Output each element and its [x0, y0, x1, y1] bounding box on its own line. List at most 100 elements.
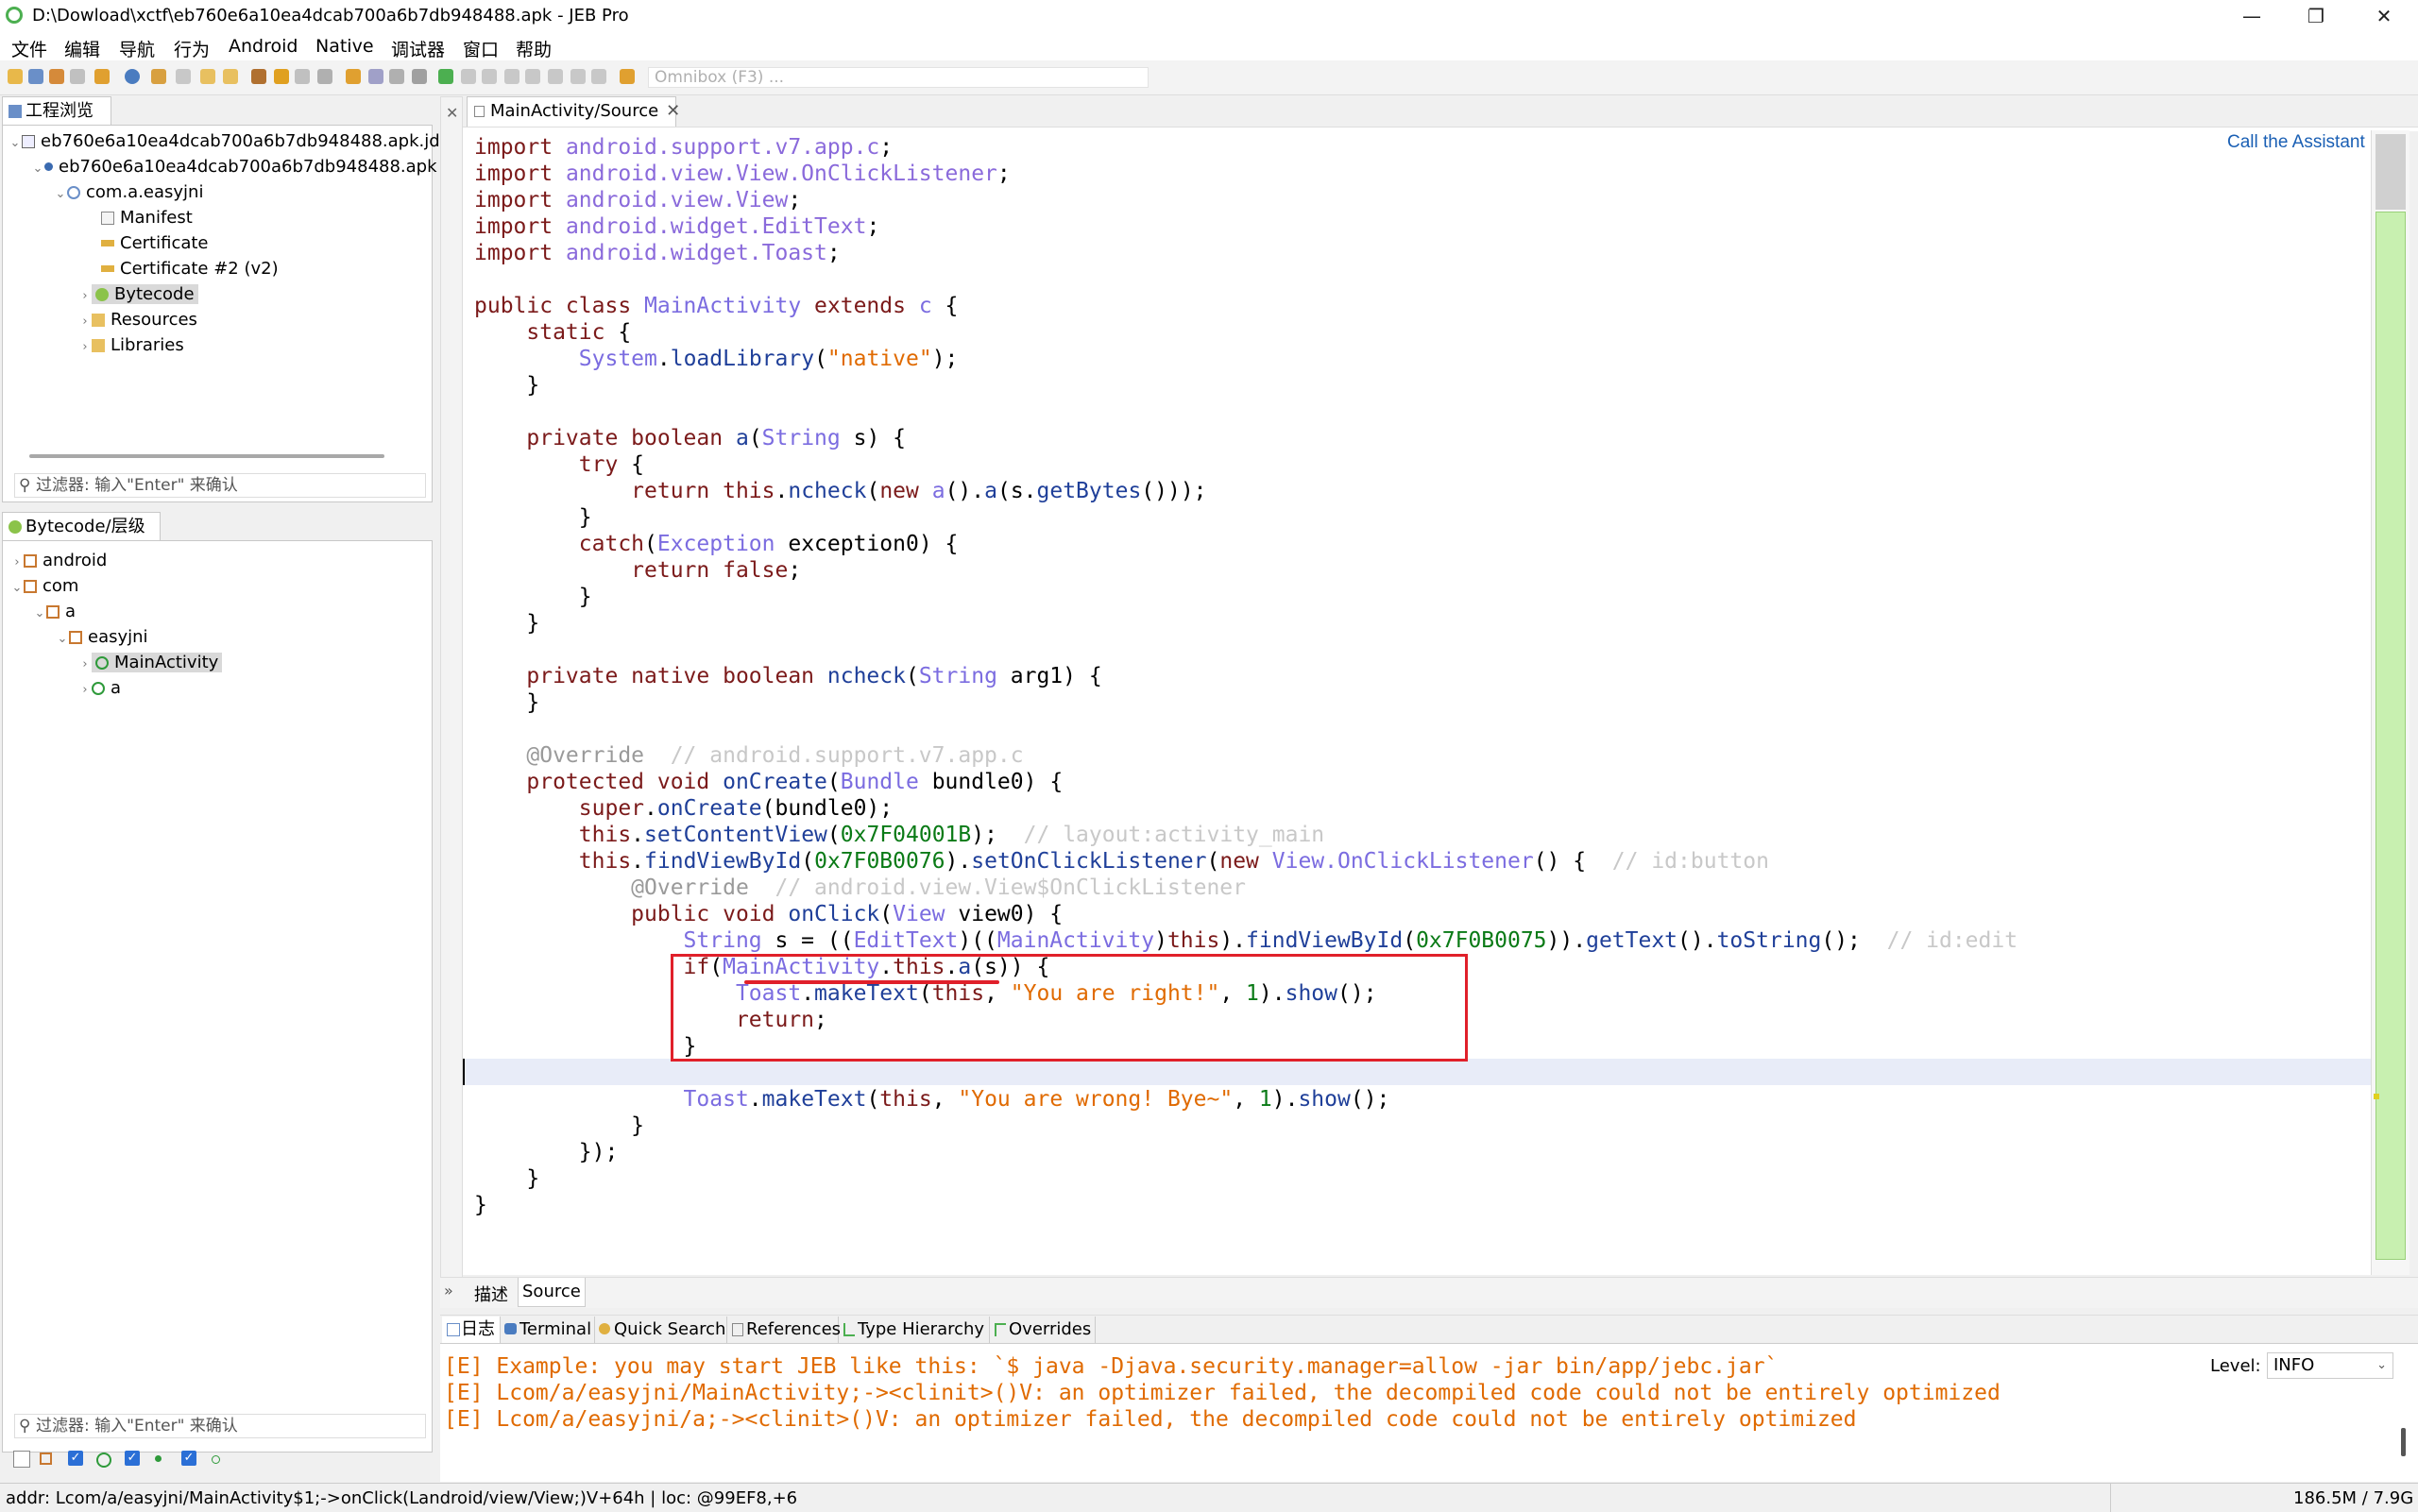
code-line: });	[474, 1140, 619, 1164]
graph-icon[interactable]	[346, 69, 361, 84]
omnibox-input[interactable]: Omnibox (F3) ...	[648, 67, 1149, 88]
filter-checkbox-checked[interactable]: ✓	[181, 1451, 196, 1466]
overview-ruler[interactable]	[2371, 130, 2409, 1275]
tab-source[interactable]: Source	[518, 1278, 586, 1307]
run-icon[interactable]	[461, 69, 476, 84]
minimize-editor-icon[interactable]: ✕	[446, 104, 458, 122]
code-line: }	[474, 1193, 487, 1217]
tree-item-com[interactable]: ⌄ com	[10, 574, 79, 599]
menu-navigate[interactable]: 导航	[119, 36, 155, 61]
tree-item-apk[interactable]: ⌄ eb760e6a10ea4dcab700a6b7db948488.apk	[31, 155, 437, 179]
maximize-button[interactable]: ❐	[2284, 0, 2348, 32]
menu-debugger[interactable]: 调试器	[391, 36, 445, 61]
tree-item-resources[interactable]: › Resources	[78, 308, 197, 332]
menu-help[interactable]: 帮助	[516, 36, 552, 61]
split-icon[interactable]	[389, 69, 404, 84]
minimize-button[interactable]: —	[2220, 0, 2284, 32]
code-editor[interactable]: Call the Assistant import android.suppor…	[463, 130, 2371, 1275]
tab-type-hierarchy[interactable]: Type Hierarchy	[839, 1317, 990, 1343]
cursor-marker	[2374, 1094, 2379, 1099]
explorer-filter-input[interactable]: ⚲ 过滤器: 输入"Enter" 来确认	[14, 473, 426, 498]
project-explorer-panel: ⌄ eb760e6a10ea4dcab700a6b7db948488.apk.jd…	[2, 125, 462, 502]
tab-bytecode-hierarchy[interactable]: Bytecode/层级✕	[2, 512, 161, 564]
filter-checkbox-checked[interactable]: ✓	[68, 1451, 83, 1466]
tree-item-easyjni[interactable]: ⌄ easyjni	[56, 625, 148, 650]
tree-item-libraries[interactable]: › Libraries	[78, 333, 183, 358]
package-icon	[24, 580, 37, 593]
run-to-line-icon[interactable]	[591, 69, 606, 84]
overrides-icon	[995, 1323, 1006, 1336]
apk-icon	[44, 162, 53, 171]
comment-icon[interactable]	[295, 69, 310, 84]
code-line: catch(Exception exception0) {	[474, 532, 959, 556]
tree-item-a-package[interactable]: ⌄ a	[33, 600, 76, 624]
tree-item-a-class[interactable]: › a	[78, 676, 121, 701]
forward-icon[interactable]	[223, 69, 238, 84]
horizontal-scrollbar[interactable]	[29, 454, 384, 458]
hierarchy-filter-input[interactable]: ⚲ 过滤器: 输入"Enter" 来确认	[14, 1414, 426, 1438]
filter-checkbox-checked[interactable]: ✓	[125, 1451, 140, 1466]
parse-icon[interactable]	[151, 69, 166, 84]
globe-icon[interactable]	[125, 69, 140, 84]
tab-description[interactable]: 描述	[474, 1282, 508, 1306]
more-tabs-icon[interactable]: »	[444, 1282, 453, 1300]
folder-icon	[92, 314, 105, 327]
tree-item-android[interactable]: › android	[10, 549, 107, 573]
tree-item-jdb2[interactable]: ⌄ eb760e6a10ea4dcab700a6b7db948488.apk.jd…	[9, 129, 462, 154]
field-filter-icon	[212, 1455, 220, 1464]
tab-quick-search[interactable]: Quick Search	[595, 1317, 727, 1343]
menu-edit[interactable]: 编辑	[64, 36, 100, 61]
close-tab-icon[interactable]: ✕	[666, 101, 680, 121]
call-assistant-link[interactable]: Call the Assistant	[2227, 132, 2365, 153]
tree-item-mainactivity[interactable]: › MainActivity	[78, 651, 223, 675]
step-into-icon[interactable]	[525, 69, 540, 84]
level-select[interactable]: INFO ⌄	[2267, 1352, 2393, 1379]
script-icon[interactable]	[620, 69, 635, 84]
hierarchy-icon[interactable]	[368, 69, 383, 84]
tab-mainactivity-source[interactable]: MainActivity/Source ✕	[467, 96, 680, 127]
highlight-box	[671, 954, 1468, 1062]
tree-item-certificate[interactable]: Certificate	[101, 231, 209, 256]
close-button[interactable]: ✕	[2352, 0, 2416, 32]
menu-bar: 文件 编辑 导航 行为 Android Native 调试器 窗口 帮助	[0, 32, 2418, 60]
properties-icon[interactable]	[49, 69, 64, 84]
menu-android[interactable]: Android	[229, 36, 298, 57]
code-line: private boolean a(String s) {	[474, 426, 907, 450]
tree-item-manifest[interactable]: Manifest	[101, 206, 193, 230]
layout-icon[interactable]	[412, 69, 427, 84]
tree-item-certificate-2[interactable]: Certificate #2 (v2)	[101, 257, 279, 281]
close-project-icon[interactable]	[70, 69, 85, 84]
pause-icon[interactable]	[482, 69, 497, 84]
android-icon	[95, 288, 109, 301]
tab-references[interactable]: References	[727, 1317, 841, 1343]
menu-file[interactable]: 文件	[11, 36, 47, 61]
console-scroll-thumb[interactable]	[2401, 1428, 2406, 1456]
window-title: D:\Dowload\xctf\eb760e6a10ea4dcab700a6b7…	[32, 6, 629, 25]
tab-terminal[interactable]: Terminal	[501, 1317, 595, 1343]
tab-project-explorer[interactable]: 工程浏览器	[2, 96, 111, 148]
stop-icon[interactable]	[504, 69, 519, 84]
menu-native[interactable]: Native	[315, 36, 374, 57]
tree-item-bytecode[interactable]: › Bytecode	[78, 282, 198, 307]
debug-icon[interactable]	[438, 69, 453, 84]
navigate-icon[interactable]	[176, 69, 191, 84]
console-scrollbar[interactable]	[2399, 1351, 2409, 1479]
step-out-icon[interactable]	[570, 69, 586, 84]
menu-window[interactable]: 窗口	[463, 36, 499, 61]
tab-log[interactable]: 日志	[442, 1317, 501, 1343]
overview-viewport[interactable]	[2375, 134, 2406, 210]
step-over-icon[interactable]	[548, 69, 563, 84]
xref-icon[interactable]	[317, 69, 332, 84]
save-icon[interactable]	[28, 69, 43, 84]
tree-item-package[interactable]: ⌄ com.a.easyjni	[54, 180, 204, 205]
back-icon[interactable]	[200, 69, 215, 84]
decompile-icon[interactable]	[251, 69, 266, 84]
filter-checkbox-unchecked[interactable]	[13, 1451, 30, 1468]
rename-icon[interactable]	[274, 69, 289, 84]
code-line: import android.view.View;	[474, 188, 802, 212]
notification-icon[interactable]	[94, 69, 110, 84]
menu-action[interactable]: 行为	[174, 36, 210, 61]
open-icon[interactable]	[8, 69, 23, 84]
tab-overrides[interactable]: Overrides	[990, 1317, 1096, 1343]
code-line: String s = ((EditText)((MainActivity)thi…	[474, 928, 2018, 953]
